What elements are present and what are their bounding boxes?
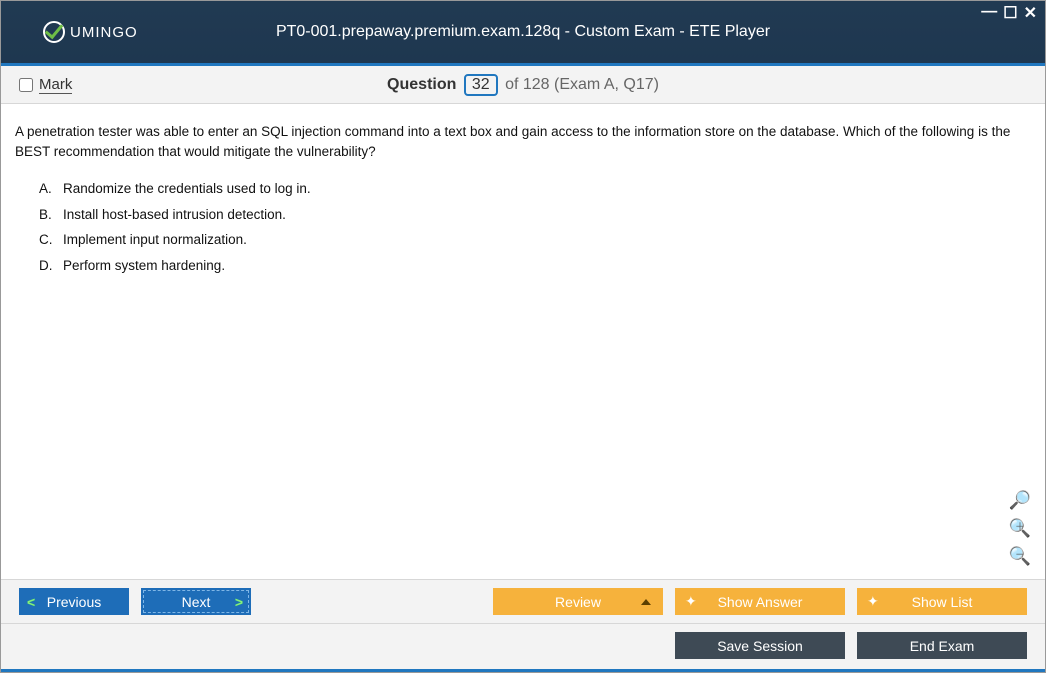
option-b[interactable]: B.Install host-based intrusion detection… — [39, 205, 1031, 225]
search-icon[interactable]: 🔍 — [1009, 489, 1031, 511]
end-exam-button[interactable]: End Exam — [857, 632, 1027, 659]
minimize-icon[interactable]: — — [981, 3, 999, 23]
window-title: PT0-001.prepaway.premium.exam.128q - Cus… — [1, 23, 1045, 41]
review-button[interactable]: Review — [493, 588, 663, 615]
titlebar: UMINGO PT0-001.prepaway.premium.exam.128… — [1, 1, 1045, 63]
maximize-icon[interactable]: ☐ — [1003, 3, 1019, 23]
chevron-right-icon: > — [235, 594, 243, 610]
content-area: A penetration tester was able to enter a… — [1, 104, 1045, 579]
toolbar: < Previous Next > Review ✦ Show Answer ✦… — [1, 579, 1045, 624]
question-of-text: of 128 (Exam A, Q17) — [505, 76, 659, 93]
show-list-button[interactable]: ✦ Show List — [857, 588, 1027, 615]
option-a[interactable]: A.Randomize the credentials used to log … — [39, 179, 1031, 199]
question-bar: Mark Question 32 of 128 (Exam A, Q17) — [1, 66, 1045, 104]
option-c[interactable]: C.Implement input normalization. — [39, 230, 1031, 250]
separator-bottom — [1, 669, 1045, 672]
option-d[interactable]: D.Perform system hardening. — [39, 256, 1031, 276]
question-label: Question — [387, 76, 456, 93]
zoom-controls: 🔍 🔍＋ 🔍－ — [1009, 489, 1031, 567]
save-session-button[interactable]: Save Session — [675, 632, 845, 659]
zoom-in-icon[interactable]: 🔍＋ — [1009, 517, 1031, 539]
close-icon[interactable]: ✕ — [1024, 3, 1039, 23]
show-answer-button[interactable]: ✦ Show Answer — [675, 588, 845, 615]
puzzle-icon: ✦ — [867, 593, 879, 610]
previous-button[interactable]: < Previous — [19, 588, 129, 615]
options-list: A.Randomize the credentials used to log … — [39, 179, 1031, 275]
window-controls: — ☐ ✕ — [981, 3, 1039, 23]
next-button[interactable]: Next > — [141, 588, 251, 615]
caret-up-icon — [641, 599, 651, 605]
question-number[interactable]: 32 — [464, 74, 498, 96]
zoom-out-icon[interactable]: 🔍－ — [1009, 545, 1031, 567]
question-counter: Question 32 of 128 (Exam A, Q17) — [1, 74, 1045, 96]
bottom-bar: Save Session End Exam — [1, 624, 1045, 669]
puzzle-icon: ✦ — [685, 593, 697, 610]
chevron-left-icon: < — [27, 594, 35, 610]
question-text: A penetration tester was able to enter a… — [15, 122, 1031, 161]
